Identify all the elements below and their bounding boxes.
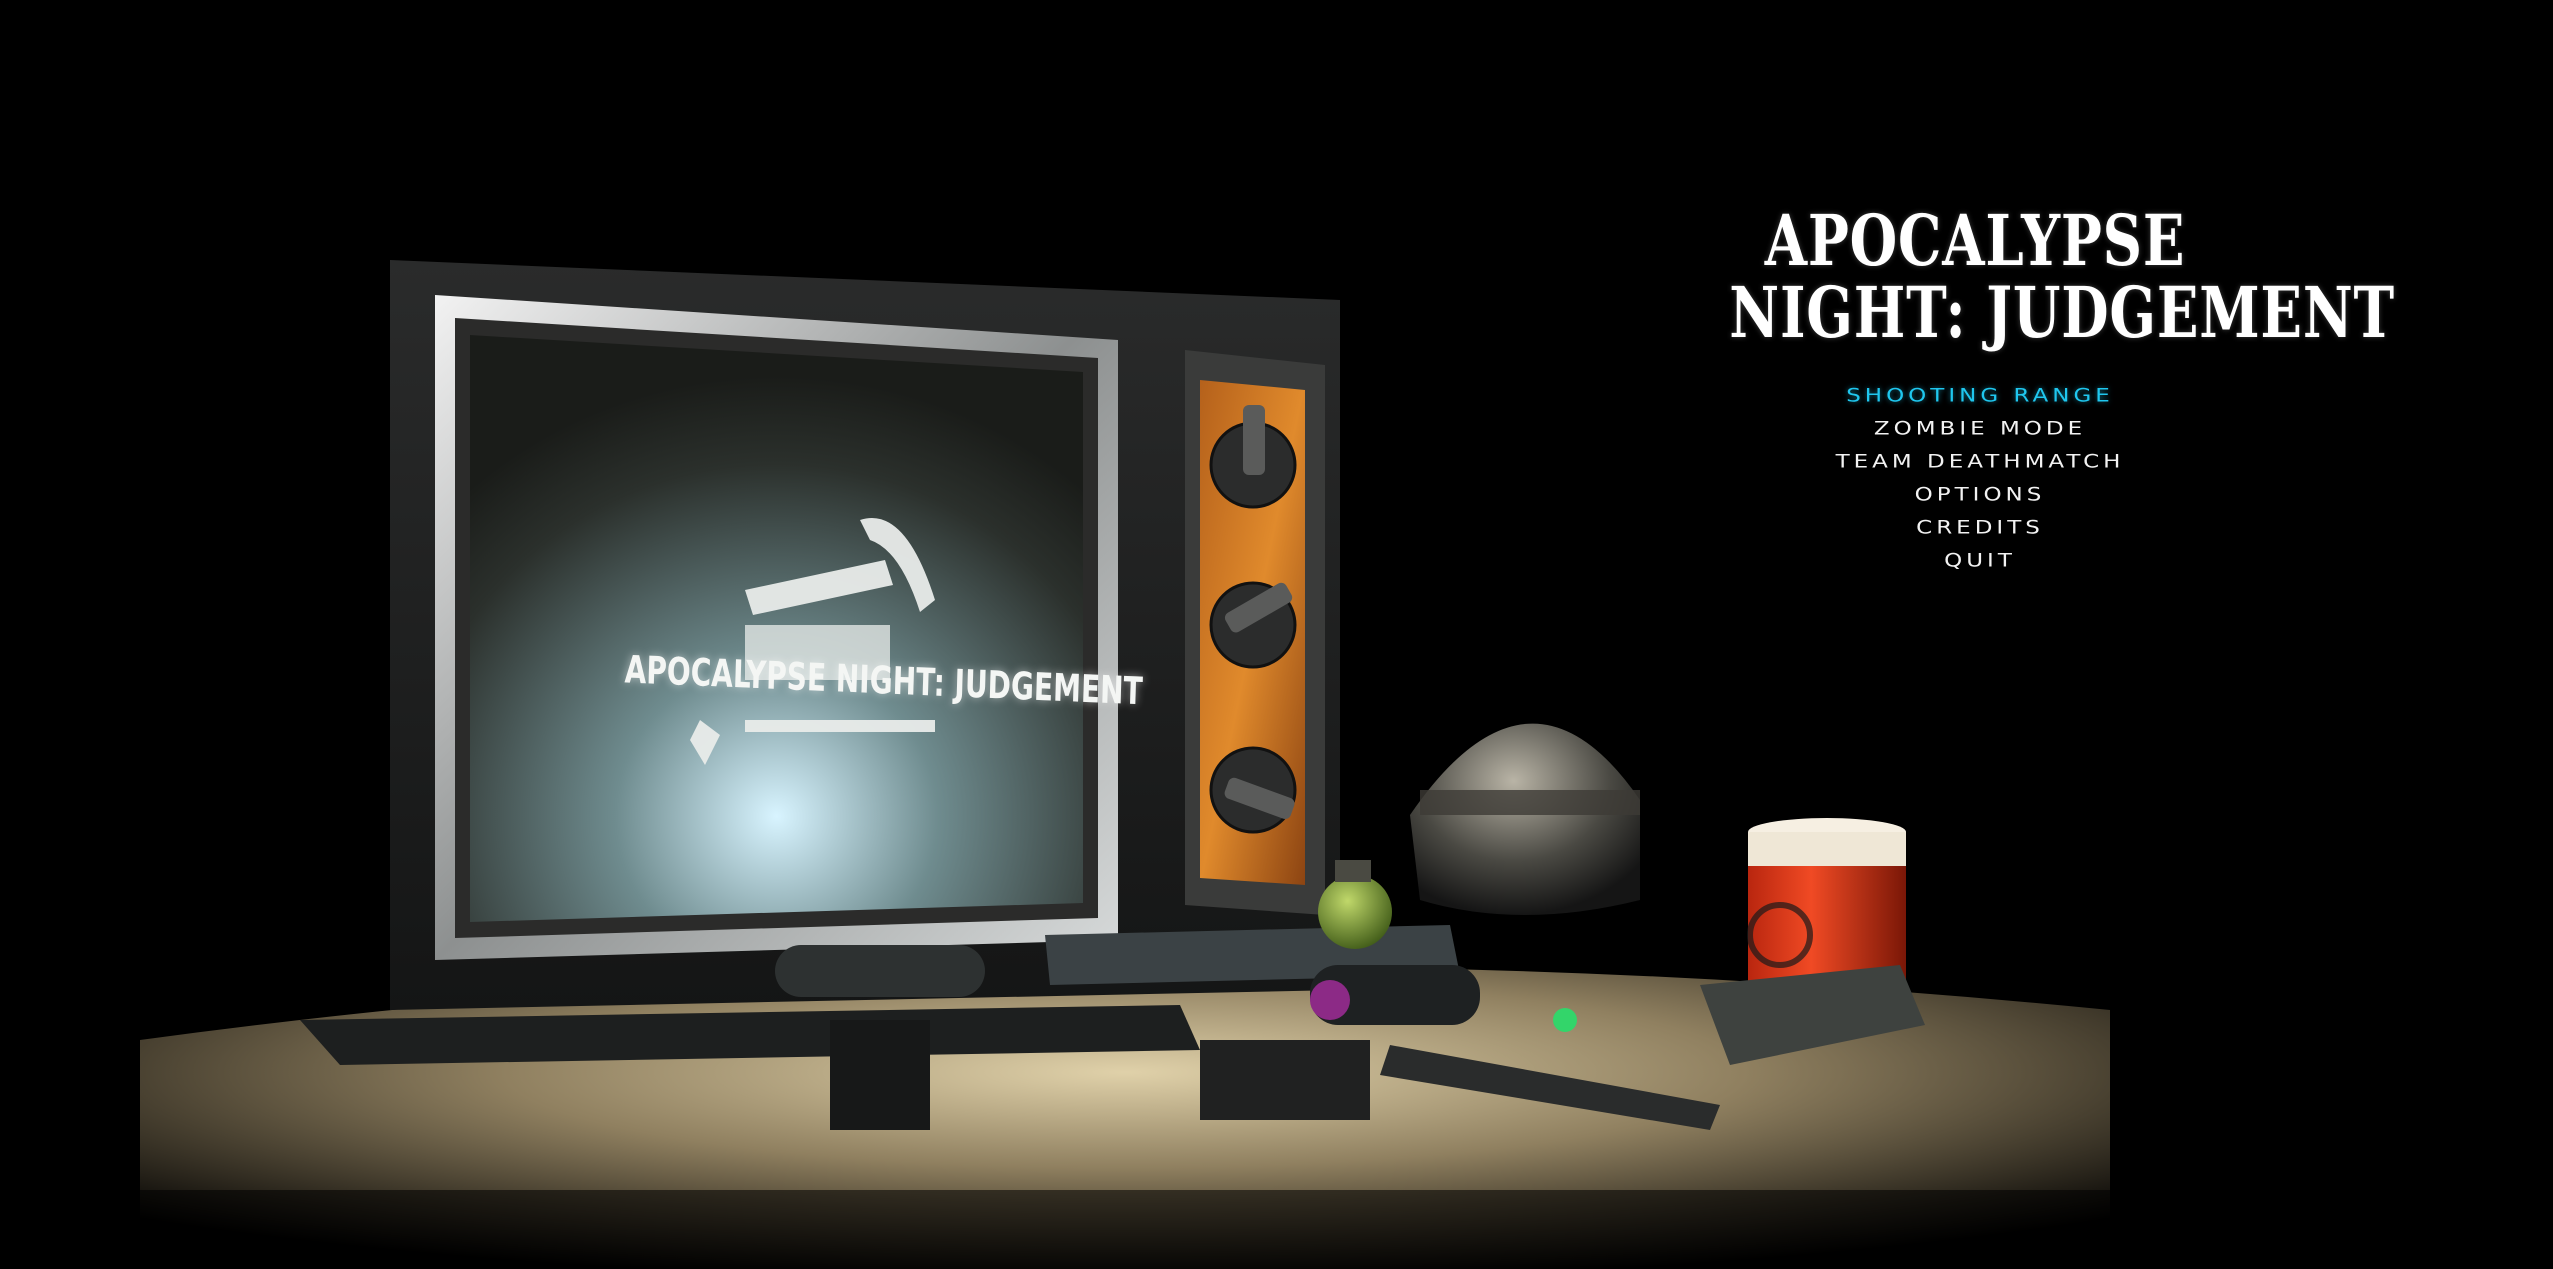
menu-item-team-deathmatch[interactable]: TEAM DEATHMATCH bbox=[1730, 449, 2230, 475]
main-menu: SHOOTING RANGE ZOMBIE MODE TEAM DEATHMAT… bbox=[1730, 380, 2230, 578]
background-scene bbox=[140, 260, 2110, 1269]
menu-item-credits[interactable]: CREDITS bbox=[1730, 515, 2230, 541]
menu-item-options[interactable]: OPTIONS bbox=[1730, 482, 2230, 508]
game-title-line-1: APOCALYPSE bbox=[1764, 199, 2186, 282]
game-title-line-2: NIGHT: JUDGEMENT bbox=[1729, 271, 2395, 354]
menu-item-zombie-mode[interactable]: ZOMBIE MODE bbox=[1730, 416, 2230, 442]
menu-item-quit[interactable]: QUIT bbox=[1730, 548, 2230, 574]
menu-item-shooting-range[interactable]: SHOOTING RANGE bbox=[1730, 383, 2230, 409]
game-title: APOCALYPSE NIGHT: JUDGEMENT bbox=[1729, 199, 2395, 354]
